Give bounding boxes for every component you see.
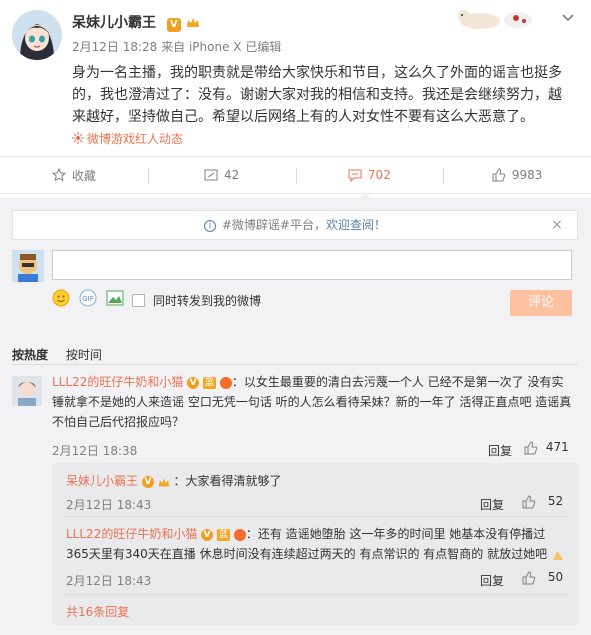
image-icon[interactable] <box>106 290 124 310</box>
author-avatar[interactable] <box>12 10 62 60</box>
edited-label[interactable]: 已编辑 <box>245 40 281 54</box>
fan-badge-icon <box>233 528 246 541</box>
reply-time: 2月12日 18:43 <box>66 574 152 588</box>
commenter-avatar[interactable] <box>12 376 42 406</box>
sort-by-hot-tab[interactable]: 按热度 <box>12 348 48 362</box>
comment-like-count: 471 <box>545 440 569 454</box>
verified-badge-icon: V <box>141 475 154 488</box>
action-bar: 收藏 42 702 9983 <box>0 156 591 194</box>
author-name[interactable]: 呆妹儿小霸王 V <box>72 12 200 32</box>
forward-checkbox[interactable] <box>132 293 145 307</box>
svg-text:GIF: GIF <box>82 295 94 303</box>
verified-badge-icon: V <box>166 18 181 32</box>
comment-count: 702 <box>367 168 391 182</box>
info-icon: i <box>204 219 217 232</box>
rumor-notice: i #微博辟谣#平台，欢迎查阅！ × <box>12 210 578 240</box>
reply-author[interactable]: LLL22的旺仔牛奶和小猫 <box>66 527 197 541</box>
comment-button[interactable]: 702 <box>295 157 444 193</box>
reply-item: LLL22的旺仔牛奶和小猫 V 蓝 ：还有 造谣她堕胎 这一年多的时间里 她基本… <box>66 524 566 564</box>
commenter-name[interactable]: LLL22的旺仔牛奶和小猫 <box>52 375 183 389</box>
comment-like-button[interactable]: 471 <box>524 440 569 455</box>
like-count: 9983 <box>511 168 543 182</box>
comment-reply-link[interactable]: 回复 <box>488 442 512 459</box>
like-icon <box>524 440 538 454</box>
tag-icon <box>72 132 84 144</box>
favorite-button[interactable]: 收藏 <box>0 157 148 193</box>
comment-submit-button[interactable]: 评论 <box>510 290 572 316</box>
current-user-avatar[interactable] <box>12 250 44 282</box>
reply-reply-link[interactable]: 回复 <box>480 572 504 589</box>
reply-like-count: 50 <box>547 570 564 584</box>
comment-time: 2月12日 18:38 <box>52 444 138 458</box>
close-icon[interactable]: × <box>551 218 563 232</box>
verified-badge-icon: V <box>201 528 214 541</box>
pray-emoji-icon <box>551 548 565 562</box>
comment-body: LLL22的旺仔牛奶和小猫 V 蓝 ：以女生最重要的清白去污蔑一个人 已经不是第… <box>52 372 574 432</box>
reply-author[interactable]: 呆妹儿小霸王 <box>66 474 138 488</box>
forward-label: 同时转发到我的微博 <box>153 293 262 308</box>
like-icon <box>492 168 506 182</box>
comment-icon <box>348 169 362 182</box>
reply-like-button[interactable]: 52 <box>522 494 563 509</box>
share-icon <box>204 169 218 181</box>
like-button[interactable]: 9983 <box>443 157 591 193</box>
reply-time: 2月12日 18:43 <box>66 498 152 512</box>
reply-divider <box>62 516 570 517</box>
share-button[interactable]: 42 <box>147 157 296 193</box>
post-body: 身为一名主播，我的职责就是带给大家快乐和节目，这么久了外面的谣言也挺多的，我也澄… <box>72 65 562 125</box>
share-count: 42 <box>223 168 240 182</box>
emoji-icon[interactable] <box>52 289 70 311</box>
fan-badge-icon <box>219 376 232 389</box>
notice-text: #微博辟谣#平台， <box>221 218 326 232</box>
reply-like-button[interactable]: 50 <box>522 570 563 585</box>
reply-reply-link[interactable]: 回复 <box>480 496 504 513</box>
vip-crown-icon <box>186 16 200 30</box>
star-icon <box>51 168 66 182</box>
notice-link[interactable]: 欢迎查阅！ <box>326 218 386 232</box>
vip-crown-icon <box>158 476 170 488</box>
level-badge-icon: 蓝 <box>202 376 216 389</box>
more-replies-link[interactable]: 共16条回复 <box>66 603 129 620</box>
level-badge-icon: 蓝 <box>216 528 230 541</box>
composer-tools: GIF 同时转发到我的微博 <box>52 289 262 311</box>
sort-divider <box>12 364 578 365</box>
reply-item: 呆妹儿小霸王 V ：大家看得清就够了 <box>66 472 566 490</box>
post-tag-label[interactable]: 微博游戏红人动态 <box>87 132 183 146</box>
comment-input[interactable] <box>52 250 572 280</box>
post-meta: 2月12日 18:28 来自 iPhone X 已编辑 <box>72 38 281 55</box>
gif-icon[interactable]: GIF <box>78 289 98 311</box>
header-decoration-icon <box>450 4 550 30</box>
more-options-icon[interactable] <box>558 10 578 24</box>
author-name-text[interactable]: 呆妹儿小霸王 <box>72 15 156 31</box>
post-tag[interactable]: 微博游戏红人动态 <box>72 130 183 147</box>
verified-badge-icon: V <box>187 376 200 389</box>
like-icon <box>522 494 536 508</box>
reply-divider <box>62 594 570 595</box>
reply-like-count: 52 <box>547 494 564 508</box>
post-source: 来自 iPhone X <box>161 40 242 54</box>
post-date[interactable]: 2月12日 18:28 <box>72 40 157 54</box>
sort-tabs: 按热度 按时间 <box>12 346 116 363</box>
like-icon <box>522 570 536 584</box>
active-tab-pointer <box>358 192 372 199</box>
favorite-label: 收藏 <box>71 168 96 183</box>
sort-by-time-tab[interactable]: 按时间 <box>66 348 102 362</box>
reply-text: ：大家看得清就够了 <box>173 474 282 488</box>
